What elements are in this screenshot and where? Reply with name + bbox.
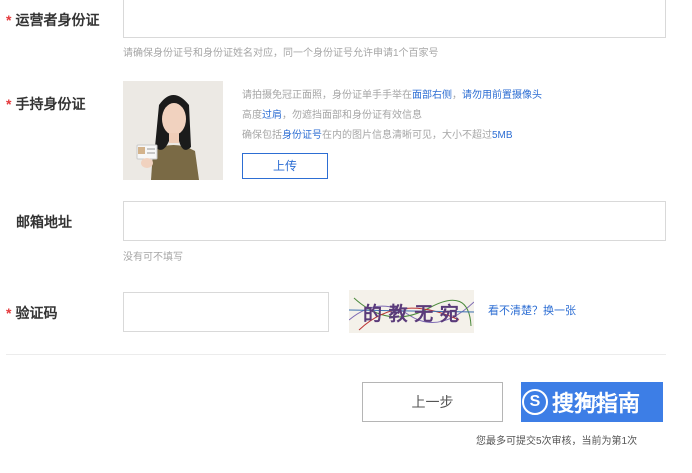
email-label: 邮箱地址 — [16, 214, 72, 230]
email-hint: 没有可不填写 — [123, 252, 183, 263]
captcha-image[interactable]: 的 教 无 宛 — [349, 290, 474, 333]
watermark-logo-icon: S — [522, 389, 548, 415]
captcha-input[interactable] — [123, 292, 329, 332]
captcha-text: 的 教 无 宛 — [363, 302, 459, 325]
watermark: S 搜狗指南 — [522, 386, 640, 418]
handheld-tip-2: 高度过肩，勿遮挡面部和身份证有效信息 — [242, 110, 422, 121]
handheld-id-label: * 手持身份证 — [6, 96, 86, 112]
handheld-id-sample-photo — [123, 81, 223, 180]
captcha-refresh-link[interactable]: 看不清楚？换一张 — [488, 302, 576, 318]
submit-note: 您最多可提交5次审核，当前为第1次 — [476, 436, 638, 447]
prev-step-button[interactable]: 上一步 — [362, 382, 503, 422]
email-input[interactable] — [123, 201, 666, 241]
operator-id-label: * 运营者身份证 — [6, 12, 100, 28]
required-mark: * — [6, 305, 12, 321]
required-mark: * — [6, 12, 12, 28]
operator-id-hint: 请确保身份证号和身份证姓名对应，同一个身份证号允许申请1个百家号 — [123, 48, 439, 59]
captcha-label: * 验证码 — [6, 305, 58, 321]
required-mark: * — [6, 96, 12, 112]
operator-id-input[interactable] — [123, 0, 666, 38]
section-divider — [6, 354, 666, 355]
handheld-tip-3: 确保包括身份证号在内的图片信息清晰可见，大小不超过5MB — [242, 130, 513, 141]
handheld-tip-1: 请拍摄免冠正面照，身份证单手手举在面部右侧，请勿用前置摄像头 — [242, 90, 542, 101]
upload-button[interactable]: 上传 — [242, 153, 328, 179]
